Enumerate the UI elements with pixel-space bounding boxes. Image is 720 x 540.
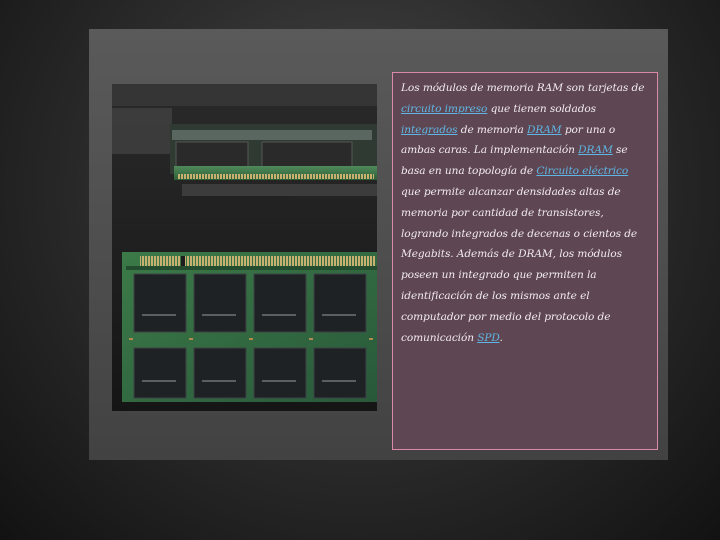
link-circuito-electrico[interactable]: Circuito eléctrico: [536, 165, 628, 177]
text-segment: de memoria: [457, 123, 527, 136]
sodimm-module: [122, 252, 377, 402]
link-dram-2[interactable]: DRAM: [578, 144, 613, 156]
text-segment: .: [499, 331, 503, 344]
text-segment: que permite alcanzar densidades altas de…: [401, 185, 638, 344]
link-circuito-impreso[interactable]: circuito impreso: [401, 103, 487, 115]
link-dram[interactable]: DRAM: [527, 124, 562, 136]
text-segment: que tienen soldados: [487, 102, 597, 115]
ram-modules-illustration: [112, 84, 377, 411]
text-segment: Los módulos de memoria RAM son tarjetas …: [401, 82, 645, 94]
description-text-box: Los módulos de memoria RAM son tarjetas …: [392, 72, 658, 450]
link-spd[interactable]: SPD: [477, 332, 499, 344]
upper-module: [170, 124, 377, 204]
ram-modules-photo: [112, 84, 377, 411]
link-integrados[interactable]: integrados: [401, 124, 458, 136]
